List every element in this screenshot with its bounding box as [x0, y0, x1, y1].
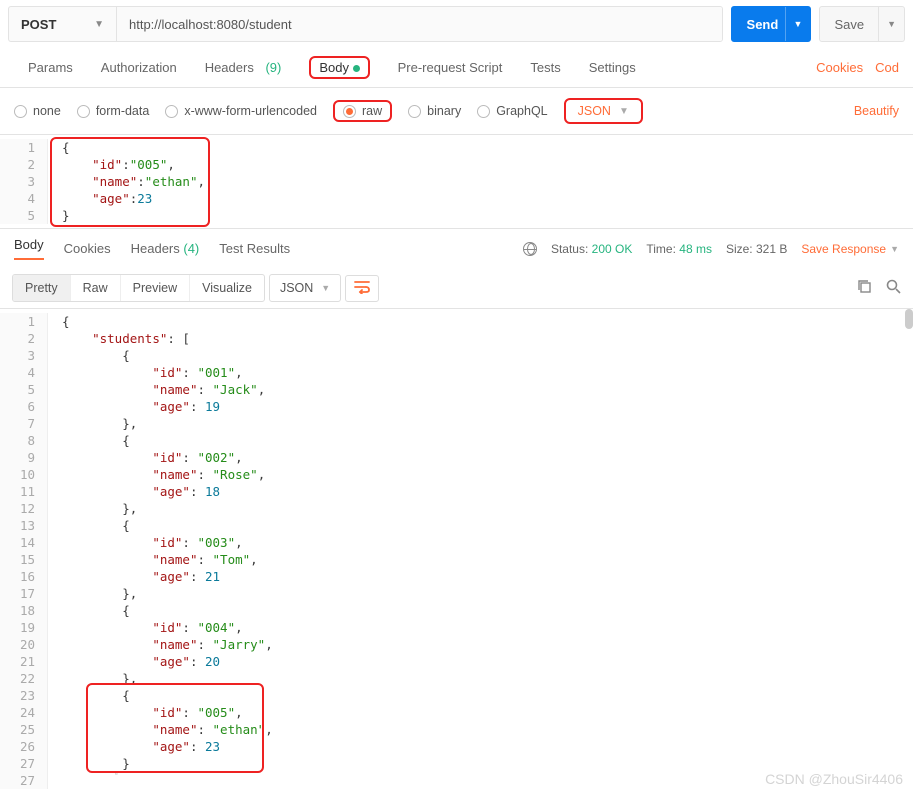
code-line: 2 "students": [ — [0, 330, 913, 347]
request-bar: POST ▼ http://localhost:8080/student Sen… — [0, 0, 913, 48]
scrollbar[interactable] — [905, 309, 913, 329]
view-mode-segment: Pretty Raw Preview Visualize — [12, 274, 265, 302]
code-line: 21 "age": 20 — [0, 653, 913, 670]
view-raw[interactable]: Raw — [71, 275, 121, 301]
chevron-down-icon: ▼ — [887, 19, 896, 29]
code-line: 11 "age": 18 — [0, 483, 913, 500]
code-line: 18 { — [0, 602, 913, 619]
code-line: 4 "age":23 — [0, 190, 913, 207]
response-format-select[interactable]: JSON ▼ — [269, 274, 341, 302]
code-link[interactable]: Cod — [875, 60, 899, 75]
radio-binary[interactable]: binary — [408, 104, 461, 118]
time-label: Time: 48 ms — [646, 242, 712, 256]
code-line: 25 "name": "ethan", — [0, 721, 913, 738]
request-tabs: Params Authorization Headers (9) Body Pr… — [0, 48, 913, 88]
wrap-lines-button[interactable] — [345, 275, 379, 302]
tab-headers[interactable]: Headers (9) — [191, 48, 296, 87]
url-input[interactable]: http://localhost:8080/student — [117, 7, 722, 41]
view-preview[interactable]: Preview — [121, 275, 190, 301]
view-visualize[interactable]: Visualize — [190, 275, 264, 301]
code-line: 6 "age": 19 — [0, 398, 913, 415]
code-line: 10 "name": "Rose", — [0, 466, 913, 483]
code-line: 16 "age": 21 — [0, 568, 913, 585]
code-line: 1{ — [0, 139, 913, 156]
search-icon[interactable] — [886, 279, 901, 298]
code-line: 3 { — [0, 347, 913, 364]
status-label: Status: 200 OK — [551, 242, 632, 256]
code-line: 4 "id": "001", — [0, 364, 913, 381]
tab-tests[interactable]: Tests — [516, 48, 574, 87]
code-line: 5 "name": "Jack", — [0, 381, 913, 398]
url-box: POST ▼ http://localhost:8080/student — [8, 6, 723, 42]
response-tabs: Body Cookies Headers (4) Test Results St… — [0, 229, 913, 268]
body-format-select[interactable]: JSON ▼ — [564, 98, 643, 124]
size-label: Size: 321 B — [726, 242, 787, 256]
code-line: 24 "id": "005", — [0, 704, 913, 721]
code-line: 13 { — [0, 517, 913, 534]
code-line: 20 "name": "Jarry", — [0, 636, 913, 653]
code-line: 27 } — [0, 755, 913, 772]
code-line: 22 }, — [0, 670, 913, 687]
tab-settings[interactable]: Settings — [575, 48, 650, 87]
tab-params[interactable]: Params — [14, 48, 87, 87]
resp-tab-body[interactable]: Body — [14, 237, 44, 260]
chevron-down-icon: ▼ — [619, 106, 629, 117]
radio-graphql[interactable]: GraphQL — [477, 104, 547, 118]
method-value: POST — [21, 17, 56, 32]
globe-icon[interactable] — [523, 242, 537, 256]
tab-authorization[interactable]: Authorization — [87, 48, 191, 87]
code-line: 8 { — [0, 432, 913, 449]
response-view-toolbar: Pretty Raw Preview Visualize JSON ▼ — [0, 268, 913, 308]
code-line: 5} — [0, 207, 913, 224]
method-select[interactable]: POST ▼ — [9, 7, 117, 41]
code-line: 2 "id":"005", — [0, 156, 913, 173]
save-button[interactable]: Save — [819, 6, 879, 42]
beautify-link[interactable]: Beautify — [854, 104, 899, 118]
radio-formdata[interactable]: form-data — [77, 104, 150, 118]
copy-icon[interactable] — [857, 279, 872, 298]
resp-tab-cookies[interactable]: Cookies — [64, 241, 111, 256]
code-line: 12 }, — [0, 500, 913, 517]
response-body-editor[interactable]: 1{2 "students": [3 {4 "id": "001",5 "nam… — [0, 308, 913, 793]
radio-none[interactable]: none — [14, 104, 61, 118]
dot-icon — [353, 65, 360, 72]
view-pretty[interactable]: Pretty — [13, 275, 71, 301]
chevron-down-icon: ▼ — [321, 283, 330, 293]
radio-raw[interactable]: raw — [343, 104, 382, 118]
send-button[interactable]: Send ▼ — [731, 6, 811, 42]
code-line: 17 }, — [0, 585, 913, 602]
resp-tab-testresults[interactable]: Test Results — [219, 241, 290, 256]
code-line: 3 "name":"ethan", — [0, 173, 913, 190]
cookies-link[interactable]: Cookies — [816, 60, 863, 75]
code-line: 26 "age": 23 — [0, 738, 913, 755]
save-response-button[interactable]: Save Response▼ — [801, 242, 899, 256]
tab-prerequest[interactable]: Pre-request Script — [384, 48, 517, 87]
request-body-editor[interactable]: 1{2 "id":"005",3 "name":"ethan",4 "age":… — [0, 134, 913, 229]
code-line: 9 "id": "002", — [0, 449, 913, 466]
code-line: 14 "id": "003", — [0, 534, 913, 551]
code-line: 7 }, — [0, 415, 913, 432]
resp-tab-headers[interactable]: Headers (4) — [131, 241, 200, 256]
code-line: 15 "name": "Tom", — [0, 551, 913, 568]
tab-body[interactable]: Body — [295, 48, 383, 87]
radio-xform[interactable]: x-www-form-urlencoded — [165, 104, 317, 118]
body-type-row: none form-data x-www-form-urlencoded raw… — [0, 88, 913, 134]
code-line: 1{ — [0, 313, 913, 330]
code-line: 23 { — [0, 687, 913, 704]
code-line: 19 "id": "004", — [0, 619, 913, 636]
url-value: http://localhost:8080/student — [129, 17, 292, 32]
chevron-down-icon: ▼ — [794, 19, 803, 29]
chevron-down-icon: ▼ — [94, 19, 104, 30]
save-dropdown[interactable]: ▼ — [879, 6, 905, 42]
